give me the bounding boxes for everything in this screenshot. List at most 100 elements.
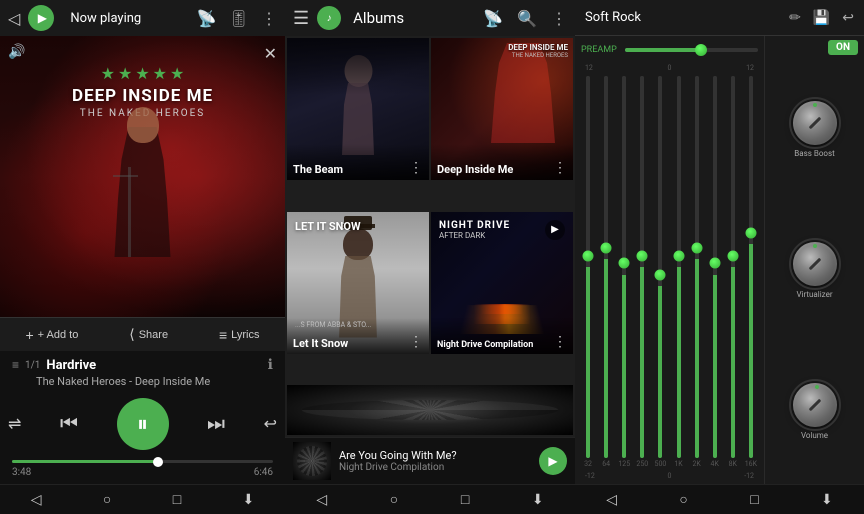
albums-grid: The Beam ⋮ DEEP INSIDE ME THE NAKED HERO…	[285, 36, 575, 385]
eq-band-4k[interactable]: 4K	[708, 76, 722, 468]
bass-boost-knob-item: Bass Boost	[793, 101, 837, 158]
nav-back-icon-mid[interactable]: ◁	[316, 492, 327, 508]
album-card-snow[interactable]: LET IT SNOW ...S FROM ABBA & STO... Let …	[287, 212, 429, 354]
share-button[interactable]: ⟨ Share	[129, 326, 168, 343]
eq-band-125[interactable]: 125	[617, 76, 631, 468]
eq-band-1k[interactable]: 1K	[671, 76, 685, 468]
bottom-track-info: Are You Going With Me? Night Drive Compi…	[339, 449, 531, 473]
seek-bar[interactable]	[12, 460, 273, 463]
eq-main: PREAMP 12 0 12	[575, 36, 864, 484]
eq-band-32[interactable]: 32	[581, 76, 595, 468]
album-menu-night[interactable]: ⋮	[553, 334, 567, 350]
bottom-track-name: Are You Going With Me?	[339, 449, 531, 462]
nav-back-icon-right[interactable]: ◁	[606, 492, 617, 508]
eq-band-250[interactable]: 250	[635, 76, 649, 468]
nav-home-icon[interactable]: ○	[103, 491, 111, 508]
eq-knob-section: Bass Boost Virtualizer	[793, 61, 837, 480]
shuffle-button[interactable]: ⇌	[8, 414, 21, 434]
nav-back-icon[interactable]: ◁	[31, 492, 42, 508]
eq-pencil-icon[interactable]: ✏	[789, 10, 801, 26]
lyrics-button[interactable]: ≡ Lyrics	[219, 327, 260, 343]
nav-download-icon[interactable]: ⬇	[243, 492, 255, 508]
track-number: 1/1	[25, 360, 40, 371]
eq-preset-name: Soft Rock	[585, 10, 781, 25]
album-art: 🔊 ✕ ★ ★ ★ ★ ★ DEEP INSIDE ME THE NAKED H…	[0, 36, 285, 317]
eq-band-64[interactable]: 64	[599, 76, 613, 468]
nav-download-icon-right[interactable]: ⬇	[821, 492, 833, 508]
equalizer-icon[interactable]: 🎚	[229, 9, 249, 28]
eq-undo-icon[interactable]: ↩	[842, 10, 854, 26]
eq-band-2k[interactable]: 2K	[690, 76, 704, 468]
nav-recent-icon[interactable]: □	[173, 491, 181, 508]
menu-dots-icon[interactable]: ⋮	[261, 9, 277, 28]
rating-stars[interactable]: ★ ★ ★ ★ ★	[101, 64, 185, 83]
album-label-beam: The Beam ⋮	[287, 144, 429, 180]
eq-knobs-section: ON Bass Boost	[764, 36, 864, 484]
now-playing-panel: ◁ ▶ Now playing 📡 🎚 ⋮ 🔊 ✕ ★ ★ ★ ★	[0, 0, 285, 514]
album-label-deep: Deep Inside Me ⋮	[431, 144, 573, 180]
eq-band-16k[interactable]: 16K	[744, 76, 758, 468]
album-label-snow: Let It Snow ⋮	[287, 318, 429, 354]
nav-recent-icon-right[interactable]: □	[750, 491, 758, 508]
eq-band-8k[interactable]: 8K	[726, 76, 740, 468]
volume-label: Volume	[801, 431, 828, 440]
album-card-deep[interactable]: DEEP INSIDE ME THE NAKED HEROES Deep Ins…	[431, 38, 573, 180]
eq-sliders-section: PREAMP 12 0 12	[575, 36, 764, 484]
cast-icon-mid[interactable]: 📡	[483, 9, 503, 28]
eq-topbar: Soft Rock ✏ 💾 ↩	[575, 0, 864, 36]
album-menu-beam[interactable]: ⋮	[409, 160, 423, 176]
previous-button[interactable]: ⏮	[60, 413, 78, 436]
hamburger-menu-icon[interactable]: ☰	[293, 8, 309, 29]
nav-home-icon-right[interactable]: ○	[679, 491, 687, 508]
right-nav-bar: ◁ ○ □ ⬇	[575, 484, 864, 514]
middle-nav-bar: ◁ ○ □ ⬇	[285, 484, 575, 514]
albums-title: Albums	[353, 9, 475, 27]
bottom-track-row: Are You Going With Me? Night Drive Compi…	[285, 437, 575, 484]
mini-play-button[interactable]: ▶	[28, 5, 54, 31]
queue-icon: ≡	[12, 358, 19, 372]
nav-recent-icon-mid[interactable]: □	[461, 491, 469, 508]
albums-topbar: ☰ ♪ Albums 📡 🔍 ⋮	[285, 0, 575, 36]
bottom-track-art	[293, 442, 331, 480]
back-icon[interactable]: ◁	[8, 9, 20, 28]
search-icon[interactable]: 🔍	[517, 9, 537, 28]
volume-knob[interactable]	[793, 383, 837, 427]
album-menu-deep[interactable]: ⋮	[553, 160, 567, 176]
preamp-row: PREAMP	[581, 40, 758, 60]
eq-save-icon[interactable]: 💾	[813, 10, 830, 26]
album-name-snow: Let It Snow	[293, 337, 348, 350]
virtualizer-knob[interactable]	[793, 242, 837, 286]
albums-panel: ☰ ♪ Albums 📡 🔍 ⋮	[285, 0, 575, 514]
track-name: Hardrive	[46, 358, 96, 373]
virtualizer-label: Virtualizer	[796, 290, 832, 299]
repeat-button[interactable]: ↩	[264, 414, 277, 434]
bottom-play-button[interactable]: ▶	[539, 447, 567, 475]
add-to-button[interactable]: + + Add to	[25, 327, 78, 343]
album-card-night[interactable]: NIGHT DRIVE AFTER DARK ▶ Night Drive Com…	[431, 212, 573, 354]
left-topbar: ◁ ▶ Now playing 📡 🎚 ⋮	[0, 0, 285, 36]
album-menu-snow[interactable]: ⋮	[409, 334, 423, 350]
virtualizer-knob-item: Virtualizer	[793, 242, 837, 299]
eq-on-button[interactable]: ON	[828, 40, 858, 55]
nav-download-icon-mid[interactable]: ⬇	[532, 492, 544, 508]
bass-boost-knob[interactable]	[793, 101, 837, 145]
equalizer-panel: Soft Rock ✏ 💾 ↩ PREAMP 12 0	[575, 0, 864, 514]
eq-band-500[interactable]: 500	[653, 76, 667, 468]
time-bar: 3:48 6:46	[0, 454, 285, 484]
app-logo: ♪	[317, 6, 341, 30]
play-pause-button[interactable]: ⏸	[117, 398, 169, 450]
track-info-icon[interactable]: ℹ	[268, 357, 273, 373]
album-card-beam[interactable]: The Beam ⋮	[287, 38, 429, 180]
action-bar: + + Add to ⟨ Share ≡ Lyrics	[0, 317, 285, 351]
album-name-night: Night Drive Compilation	[437, 340, 533, 350]
next-button[interactable]: ⏭	[207, 413, 225, 436]
elapsed-time: 3:48	[12, 467, 31, 478]
cast-icon[interactable]: 📡	[197, 9, 217, 28]
playback-controls: ⇌ ⏮ ⏸ ⏭ ↩	[0, 394, 285, 454]
total-time: 6:46	[254, 467, 273, 478]
volume-icon[interactable]: 🔊	[8, 44, 25, 60]
left-nav-bar: ◁ ○ □ ⬇	[0, 484, 285, 514]
nav-home-icon-mid[interactable]: ○	[390, 491, 398, 508]
menu-dots-icon-mid[interactable]: ⋮	[551, 9, 567, 28]
close-icon[interactable]: ✕	[264, 44, 277, 63]
